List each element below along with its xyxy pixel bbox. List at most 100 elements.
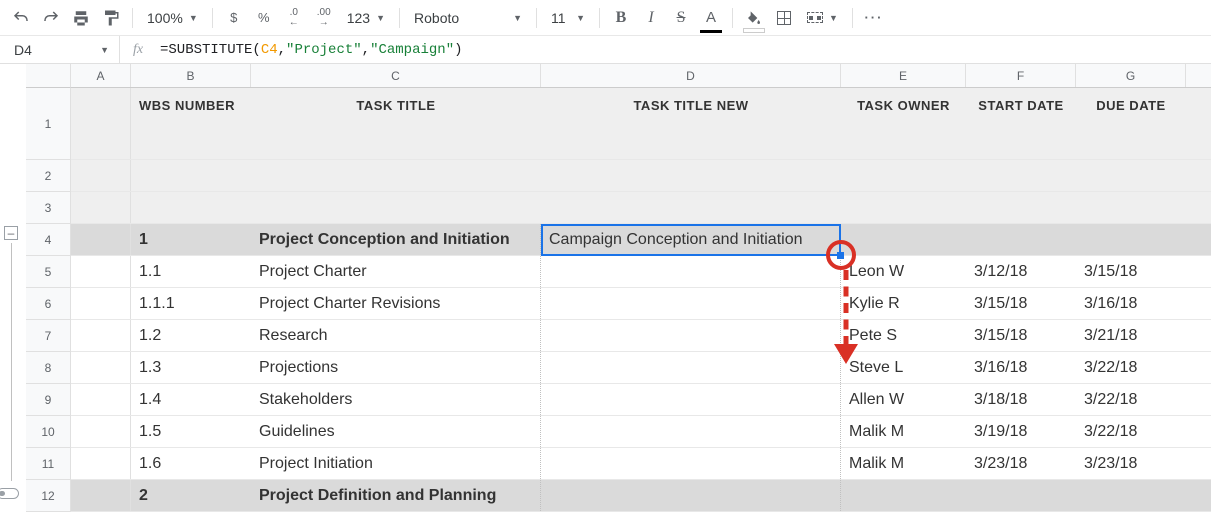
print-button[interactable] — [68, 5, 94, 31]
cell-task-title[interactable]: Projections — [251, 352, 541, 383]
cell[interactable] — [841, 192, 966, 223]
cell[interactable] — [541, 160, 841, 191]
cell-owner[interactable]: Kylie R — [841, 288, 966, 319]
text-color-button[interactable]: A — [698, 5, 724, 31]
cell[interactable] — [541, 352, 841, 383]
cell[interactable] — [71, 160, 131, 191]
cell[interactable] — [1076, 160, 1186, 191]
more-button[interactable]: ··· — [861, 5, 887, 31]
cell-owner[interactable]: Steve L — [841, 352, 966, 383]
col-header[interactable]: C — [251, 64, 541, 87]
percent-button[interactable]: % — [251, 5, 277, 31]
cell[interactable] — [966, 192, 1076, 223]
cell-wbs[interactable]: 1.1 — [131, 256, 251, 287]
decrease-decimal-button[interactable]: .0← — [281, 5, 307, 31]
row-header[interactable]: 6 — [26, 288, 71, 320]
merge-cells-button[interactable]: ▼ — [801, 5, 844, 31]
header-task-title[interactable]: TASK TITLE — [251, 88, 541, 159]
cell-due[interactable]: 3/22/18 — [1076, 416, 1186, 447]
cell-owner[interactable]: Malik M — [841, 448, 966, 479]
cell-wbs[interactable]: 1.4 — [131, 384, 251, 415]
row-header[interactable]: 11 — [26, 448, 71, 480]
cell-task-title[interactable]: Guidelines — [251, 416, 541, 447]
currency-button[interactable]: $ — [221, 5, 247, 31]
cell[interactable] — [71, 88, 131, 159]
cell[interactable] — [71, 320, 131, 351]
paint-format-button[interactable] — [98, 5, 124, 31]
row-header[interactable]: 8 — [26, 352, 71, 384]
cell[interactable] — [541, 480, 841, 511]
cell-due[interactable]: 3/22/18 — [1076, 384, 1186, 415]
row-header[interactable]: 2 — [26, 160, 71, 192]
cell-wbs[interactable]: 1.5 — [131, 416, 251, 447]
cell-task-title[interactable]: Project Initiation — [251, 448, 541, 479]
cell[interactable] — [71, 192, 131, 223]
row-header[interactable]: 5 — [26, 256, 71, 288]
cell-owner[interactable]: Allen W — [841, 384, 966, 415]
cell-wbs[interactable]: 1 — [131, 224, 251, 255]
col-header[interactable]: A — [71, 64, 131, 87]
name-box[interactable]: D4▼ — [0, 36, 120, 63]
cell[interactable] — [1076, 192, 1186, 223]
number-format-select[interactable]: 123▼ — [341, 5, 391, 31]
col-header[interactable]: B — [131, 64, 251, 87]
formula-input[interactable]: =SUBSTITUTE(C4,"Project","Campaign") — [156, 42, 1211, 58]
cell-task-title[interactable]: Stakeholders — [251, 384, 541, 415]
cell[interactable] — [251, 160, 541, 191]
cell[interactable] — [541, 320, 841, 351]
cell[interactable] — [71, 480, 131, 511]
row-header[interactable]: 1 — [26, 88, 71, 160]
collapse-group-button[interactable]: – — [4, 226, 18, 240]
cell[interactable] — [541, 288, 841, 319]
select-all-corner[interactable] — [26, 64, 71, 88]
cell[interactable] — [541, 448, 841, 479]
cell[interactable] — [71, 416, 131, 447]
cell-due[interactable]: 3/23/18 — [1076, 448, 1186, 479]
italic-button[interactable]: I — [638, 5, 664, 31]
cell[interactable] — [841, 480, 966, 511]
cell-task-title[interactable]: Research — [251, 320, 541, 351]
cell-owner[interactable]: Pete S — [841, 320, 966, 351]
header-task-title-new[interactable]: TASK TITLE NEW — [541, 88, 841, 159]
cell[interactable] — [71, 224, 131, 255]
zoom-select[interactable]: 100%▼ — [141, 5, 204, 31]
header-start-date[interactable]: START DATE — [966, 88, 1076, 159]
cell[interactable] — [251, 192, 541, 223]
undo-button[interactable] — [8, 5, 34, 31]
cell[interactable] — [131, 160, 251, 191]
increase-decimal-button[interactable]: .00→ — [311, 5, 337, 31]
font-select[interactable]: Roboto▼ — [408, 5, 528, 31]
cell[interactable] — [541, 256, 841, 287]
cell-wbs[interactable]: 1.1.1 — [131, 288, 251, 319]
cell[interactable] — [1076, 480, 1186, 511]
cell[interactable] — [71, 448, 131, 479]
cell-owner[interactable]: Leon W — [841, 256, 966, 287]
cell[interactable] — [966, 224, 1076, 255]
cell-wbs[interactable]: 2 — [131, 480, 251, 511]
cell-wbs[interactable]: 1.2 — [131, 320, 251, 351]
cell-start[interactable]: 3/23/18 — [966, 448, 1076, 479]
cell-wbs[interactable]: 1.3 — [131, 352, 251, 383]
cell-wbs[interactable]: 1.6 — [131, 448, 251, 479]
col-header[interactable]: F — [966, 64, 1076, 87]
cell-task-title[interactable]: Project Charter Revisions — [251, 288, 541, 319]
borders-button[interactable] — [771, 5, 797, 31]
cell-start[interactable]: 3/12/18 — [966, 256, 1076, 287]
strikethrough-button[interactable]: S — [668, 5, 694, 31]
cell[interactable] — [841, 224, 966, 255]
cell[interactable] — [841, 160, 966, 191]
row-header[interactable]: 4 — [26, 224, 71, 256]
row-header[interactable]: 7 — [26, 320, 71, 352]
cell[interactable] — [71, 288, 131, 319]
cell[interactable] — [71, 352, 131, 383]
row-header[interactable]: 3 — [26, 192, 71, 224]
cell-task-title[interactable]: Project Conception and Initiation — [251, 224, 541, 255]
fill-handle[interactable] — [837, 252, 844, 259]
cell[interactable] — [71, 384, 131, 415]
cell[interactable] — [541, 384, 841, 415]
header-task-owner[interactable]: TASK OWNER — [841, 88, 966, 159]
row-header[interactable]: 9 — [26, 384, 71, 416]
cell[interactable] — [1076, 224, 1186, 255]
cell-start[interactable]: 3/15/18 — [966, 288, 1076, 319]
cell-owner[interactable]: Malik M — [841, 416, 966, 447]
